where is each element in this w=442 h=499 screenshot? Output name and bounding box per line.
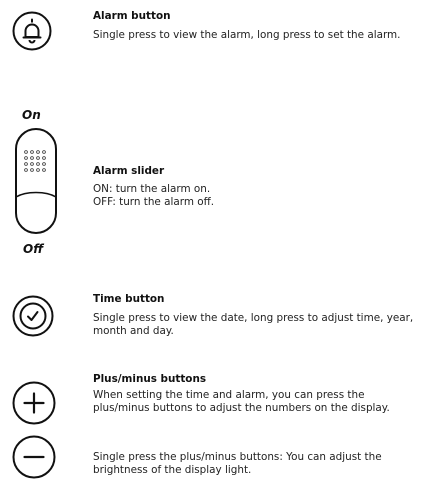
minus-icon[interactable] xyxy=(12,435,56,479)
plus-minus-title: Plus/minus buttons xyxy=(93,373,207,385)
clock-icon[interactable] xyxy=(12,295,54,337)
slider-off-label: Off xyxy=(23,242,44,256)
time-button-title: Time button xyxy=(93,293,165,305)
alarm-slider-line1: ON: turn the alarm on. xyxy=(93,183,211,195)
plus-minus-description1: When setting the time and alarm, you can… xyxy=(93,389,390,414)
alarm-button-title: Alarm button xyxy=(93,10,171,22)
time-button-description: Single press to view the date, long pres… xyxy=(93,312,414,337)
bell-icon[interactable] xyxy=(12,11,52,51)
plus-icon[interactable] xyxy=(12,381,56,425)
alarm-button-section: Alarm button Single press to view the al… xyxy=(0,0,442,70)
plus-minus-section: Plus/minus buttons When setting the time… xyxy=(0,366,442,499)
slider-switch-icon[interactable] xyxy=(14,127,58,235)
time-button-section: Time button Single press to view the dat… xyxy=(0,286,442,356)
alarm-slider-title: Alarm slider xyxy=(93,165,165,177)
alarm-slider-line2: OFF: turn the alarm off. xyxy=(93,196,215,208)
plus-minus-description2: Single press the plus/minus buttons: You… xyxy=(93,451,382,476)
alarm-button-description: Single press to view the alarm, long pre… xyxy=(93,29,401,41)
slider-on-label: On xyxy=(22,108,41,122)
alarm-slider-section: On Off Alarm slider ON: turn the alarm o… xyxy=(0,108,442,268)
